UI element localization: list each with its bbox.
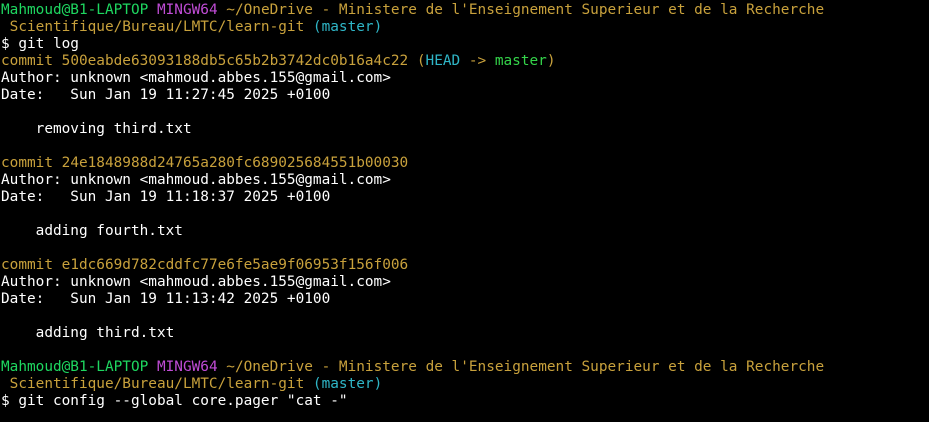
- commit-hash: 500eabde63093188db5c65b2b3742dc0b16a4c22: [61, 53, 409, 69]
- commit-hash: e1dc669d782cddfc77e6fe5ae9f06953f156f006: [61, 257, 409, 273]
- commit-author: Author: unknown <mahmoud.abbes.155@gmail…: [1, 274, 391, 290]
- prompt-user-host: Mahmoud@B1-LAPTOP: [1, 359, 149, 375]
- prompt-branch: (master): [312, 19, 383, 35]
- commit-label: commit: [1, 257, 62, 273]
- commit-label: commit: [1, 155, 62, 171]
- commit-author: Author: unknown <mahmoud.abbes.155@gmail…: [1, 70, 391, 86]
- command-line: $ git log: [1, 36, 79, 52]
- prompt-path: ~/OneDrive - Ministere de l'Enseignement…: [226, 2, 825, 18]
- commit-line: commit e1dc669d782cddfc77e6fe5ae9f06953f…: [0, 257, 929, 274]
- prompt-branch: (master): [312, 376, 383, 392]
- commit-message: adding third.txt: [1, 325, 175, 341]
- head-ref: HEAD: [425, 53, 461, 69]
- prompt-path-continuation: Scientifique/Bureau/LMTC/learn-git (mast…: [0, 19, 929, 36]
- commit-line: commit 500eabde63093188db5c65b2b3742dc0b…: [0, 53, 929, 70]
- prompt-path: ~/OneDrive - Ministere de l'Enseignement…: [226, 359, 825, 375]
- prompt-msystem: MINGW64: [156, 359, 218, 375]
- commit-date: Date: Sun Jan 19 11:18:37 2025 +0100: [1, 189, 331, 205]
- prompt-msystem: MINGW64: [156, 2, 218, 18]
- prompt-path-continuation: Scientifique/Bureau/LMTC/learn-git (mast…: [0, 376, 929, 393]
- prompt-user-host: Mahmoud@B1-LAPTOP: [1, 2, 149, 18]
- commit-label: commit: [1, 53, 62, 69]
- prompt-line: Mahmoud@B1-LAPTOP MINGW64 ~/OneDrive - M…: [0, 359, 929, 376]
- commit-message: removing third.txt: [1, 121, 192, 137]
- commit-author: Author: unknown <mahmoud.abbes.155@gmail…: [1, 172, 391, 188]
- commit-message: adding fourth.txt: [1, 223, 183, 239]
- prompt-line: Mahmoud@B1-LAPTOP MINGW64 ~/OneDrive - M…: [0, 2, 929, 19]
- commit-date: Date: Sun Jan 19 11:27:45 2025 +0100: [1, 87, 331, 103]
- prompt-path-wrapped: Scientifique/Bureau/LMTC/learn-git: [1, 376, 305, 392]
- commit-line: commit 24e1848988d24765a280fc68902568455…: [0, 155, 929, 172]
- ref-arrow: ->: [460, 53, 495, 69]
- branch-ref: master: [494, 53, 547, 69]
- refs-open: (: [408, 53, 426, 69]
- commit-date: Date: Sun Jan 19 11:13:42 2025 +0100: [1, 291, 331, 307]
- refs-close: ): [546, 53, 556, 69]
- prompt-path-wrapped: Scientifique/Bureau/LMTC/learn-git: [1, 19, 305, 35]
- terminal-window[interactable]: Mahmoud@B1-LAPTOP MINGW64 ~/OneDrive - M…: [0, 0, 929, 422]
- command-input-line[interactable]: $ git config --global core.pager "cat -": [0, 393, 929, 410]
- commit-hash: 24e1848988d24765a280fc689025684551b00030: [61, 155, 409, 171]
